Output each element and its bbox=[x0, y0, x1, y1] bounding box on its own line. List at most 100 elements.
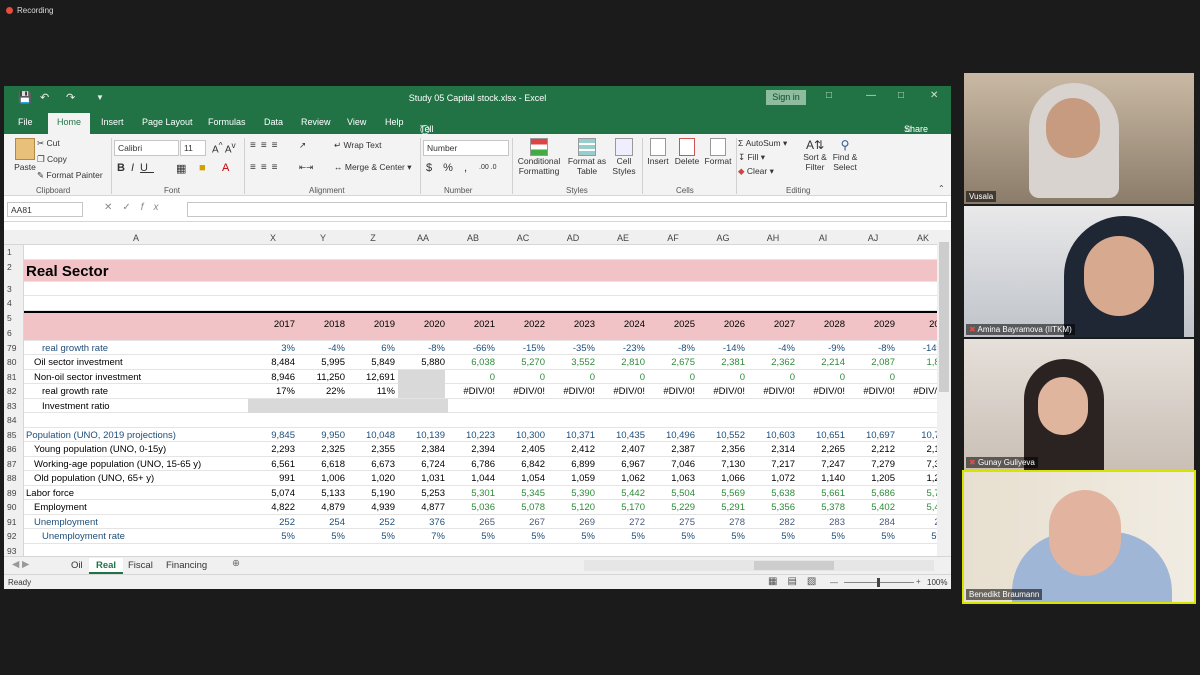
cell[interactable]: 5,074 bbox=[248, 488, 295, 499]
column-header[interactable]: AH bbox=[748, 233, 798, 243]
cell[interactable]: 5% bbox=[548, 531, 595, 542]
cell[interactable]: 6,673 bbox=[348, 459, 395, 470]
cell[interactable]: 5% bbox=[348, 531, 395, 542]
cell[interactable]: 2,214 bbox=[798, 357, 845, 368]
column-header[interactable]: AF bbox=[648, 233, 698, 243]
cell[interactable]: 6,786 bbox=[448, 459, 495, 470]
cell[interactable]: #DIV/0! bbox=[498, 386, 545, 397]
column-header[interactable]: AE bbox=[598, 233, 648, 243]
cell[interactable]: 7,217 bbox=[748, 459, 795, 470]
cell[interactable]: 5% bbox=[898, 531, 937, 542]
cell[interactable]: -4% bbox=[748, 343, 795, 354]
row-number[interactable]: 91 bbox=[4, 514, 24, 529]
find-select-button[interactable]: ⚲ Find & Select bbox=[830, 138, 860, 172]
column-header[interactable]: AB bbox=[448, 233, 498, 243]
cell[interactable]: 5% bbox=[648, 531, 695, 542]
cell[interactable]: -8% bbox=[848, 343, 895, 354]
cell[interactable]: 17% bbox=[248, 386, 295, 397]
row-number[interactable]: 83 bbox=[4, 398, 24, 413]
cell[interactable]: 0 bbox=[848, 372, 895, 383]
column-header[interactable]: A bbox=[24, 233, 248, 243]
indent-icons[interactable]: ⇤⇥ bbox=[299, 162, 313, 173]
cell[interactable]: 8,946 bbox=[248, 372, 295, 383]
cell[interactable]: 0 bbox=[898, 372, 937, 383]
cell[interactable]: 2,356 bbox=[698, 444, 745, 455]
cell[interactable]: #DIV/0! bbox=[898, 386, 937, 397]
cell[interactable]: 2,212 bbox=[848, 444, 895, 455]
horizontal-align-icons[interactable]: ≡≡≡ bbox=[250, 162, 283, 173]
row-number[interactable]: 81 bbox=[4, 369, 24, 384]
row-number[interactable]: 80 bbox=[4, 355, 24, 370]
cell[interactable]: #DIV/0! bbox=[598, 386, 645, 397]
column-header[interactable]: Z bbox=[348, 233, 398, 243]
cell[interactable]: 6,967 bbox=[598, 459, 645, 470]
cell[interactable]: #DIV/0! bbox=[798, 386, 845, 397]
cell[interactable]: 11% bbox=[348, 386, 395, 397]
cell[interactable]: 265 bbox=[448, 517, 495, 528]
font-grow-icon[interactable]: A^ Av bbox=[212, 140, 236, 155]
cell[interactable]: -66% bbox=[448, 343, 495, 354]
cell[interactable]: 0 bbox=[798, 372, 845, 383]
row-number[interactable]: 90 bbox=[4, 500, 24, 515]
number-format-icons[interactable]: $ % , bbox=[426, 162, 471, 174]
tab-insert[interactable]: Insert bbox=[101, 117, 124, 127]
horizontal-scrollbar[interactable] bbox=[584, 560, 934, 571]
participant-video-1[interactable]: Vusala bbox=[964, 73, 1194, 204]
cell[interactable]: 7,046 bbox=[648, 459, 695, 470]
orientation-icon[interactable]: ↗ bbox=[299, 140, 306, 151]
cell[interactable]: 282 bbox=[748, 517, 795, 528]
cell[interactable]: 283 bbox=[798, 517, 845, 528]
cell[interactable]: 4,822 bbox=[248, 502, 295, 513]
column-header[interactable]: AJ bbox=[848, 233, 898, 243]
cell[interactable]: 2,314 bbox=[748, 444, 795, 455]
cell[interactable]: 5,378 bbox=[798, 502, 845, 513]
cell[interactable]: 5,402 bbox=[848, 502, 895, 513]
row-number[interactable]: 1 bbox=[4, 245, 24, 260]
collapse-ribbon-icon[interactable]: ⌃ bbox=[938, 184, 945, 193]
row-number[interactable]: 5 bbox=[4, 310, 24, 326]
cell[interactable]: 0 bbox=[498, 372, 545, 383]
cell[interactable]: 10,048 bbox=[348, 430, 395, 441]
sheet-tab-real[interactable]: Real bbox=[89, 558, 124, 574]
column-header[interactable]: AC bbox=[498, 233, 548, 243]
cell[interactable]: 252 bbox=[348, 517, 395, 528]
tab-view[interactable]: View bbox=[347, 117, 366, 127]
font-style-buttons[interactable]: BIU bbox=[117, 162, 154, 174]
cell[interactable]: #DIV/0! bbox=[698, 386, 745, 397]
cell[interactable]: 2,405 bbox=[498, 444, 545, 455]
cell[interactable]: 4,877 bbox=[398, 502, 445, 513]
cell[interactable]: #DIV/0! bbox=[848, 386, 895, 397]
cell[interactable]: 10,371 bbox=[548, 430, 595, 441]
cell[interactable]: 7% bbox=[398, 531, 445, 542]
cell[interactable]: #DIV/0! bbox=[748, 386, 795, 397]
cell[interactable]: 5,190 bbox=[348, 488, 395, 499]
cell[interactable]: 1,054 bbox=[498, 473, 545, 484]
conditional-formatting-button[interactable]: Conditional Formatting bbox=[514, 138, 564, 176]
zoom-out-icon[interactable]: — bbox=[830, 578, 838, 587]
cell[interactable]: 9,845 bbox=[248, 430, 295, 441]
row-number[interactable]: 89 bbox=[4, 485, 24, 500]
row-number[interactable]: 88 bbox=[4, 471, 24, 486]
tab-file[interactable]: File bbox=[18, 117, 33, 127]
column-header[interactable]: AI bbox=[798, 233, 848, 243]
cell[interactable]: 2,407 bbox=[598, 444, 645, 455]
copy-button[interactable]: ❐ Copy bbox=[37, 154, 67, 165]
cell[interactable]: 7,31 bbox=[898, 459, 938, 470]
row-number[interactable]: 86 bbox=[4, 442, 24, 457]
cell[interactable]: 269 bbox=[548, 517, 595, 528]
cell[interactable]: 22% bbox=[298, 386, 345, 397]
cell[interactable]: #DIV/0! bbox=[548, 386, 595, 397]
vertical-align-icons[interactable]: ≡≡≡ bbox=[250, 140, 283, 151]
cell[interactable]: 5% bbox=[748, 531, 795, 542]
font-size-select[interactable]: 11 bbox=[180, 140, 206, 156]
cell[interactable]: 10,496 bbox=[648, 430, 695, 441]
cell[interactable]: 7,130 bbox=[698, 459, 745, 470]
cell[interactable]: 5,345 bbox=[498, 488, 545, 499]
borders-icon[interactable]: ▦ bbox=[176, 162, 186, 175]
row-number[interactable]: 6 bbox=[4, 325, 24, 341]
cell[interactable]: -4% bbox=[298, 343, 345, 354]
cell[interactable]: 3% bbox=[248, 343, 295, 354]
tab-scroll-icons[interactable]: ◀ ▶ bbox=[12, 559, 29, 570]
cell[interactable]: 5,133 bbox=[298, 488, 345, 499]
cell[interactable]: 2,810 bbox=[598, 357, 645, 368]
